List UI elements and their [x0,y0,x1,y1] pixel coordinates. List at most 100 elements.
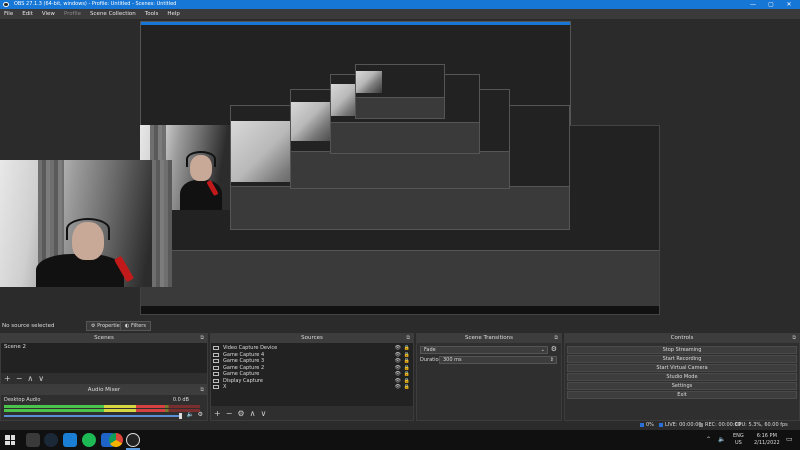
volume-meter [4,405,200,408]
windows-start-icon[interactable] [5,435,15,445]
gear-icon[interactable]: ⚙ [198,411,203,418]
undock-icon[interactable]: ⧉ [406,334,410,343]
gamepad-icon [213,365,219,370]
stop-streaming-button[interactable]: Stop Streaming [567,346,797,354]
eye-icon[interactable]: 👁 [395,378,401,384]
volume-db-readout: 0.0 dB [172,397,189,403]
chrome-icon[interactable] [109,433,123,447]
cpu-status: CPU: 5.3%, 60.00 fps [735,422,788,428]
window-controls: — ▢ ✕ [744,0,798,9]
start-virtual-camera-button[interactable]: Start Virtual Camera [567,364,797,372]
move-scene-down-button[interactable]: ∨ [38,373,44,384]
status-bar: 0% LIVE: 00:00:00 REC: 00:00:00 CPU: 5.3… [0,421,800,430]
move-scene-up-button[interactable]: ∧ [27,373,33,384]
webcam-preview [0,160,172,287]
maximize-button[interactable]: ▢ [762,0,780,9]
gear-icon[interactable]: ⚙ [551,345,557,353]
undock-icon[interactable]: ⧉ [200,334,204,343]
file-explorer-icon[interactable] [26,433,40,447]
sources-dock: Sources ⧉ Video Capture Device 👁 🔒 Game Cap… [210,333,414,421]
studio-mode-button[interactable]: Studio Mode [567,373,797,381]
rec-indicator-icon [699,422,703,427]
no-source-label: No source selected [2,323,55,329]
sources-title: Sources [301,335,323,341]
title-bar: OBS 27.1.3 (64-bit, windows) - Profile: … [0,0,800,9]
live-status: LIVE: 00:00:00 [659,421,702,430]
eye-icon[interactable]: 👁 [395,365,401,371]
window-title: OBS 27.1.3 (64-bit, windows) - Profile: … [14,1,177,7]
volume-slider-handle[interactable] [179,413,182,419]
eye-icon[interactable]: 👁 [395,384,401,390]
scenes-dock: Scenes ⧉ Scene 2 + − ∧ ∨ [0,333,208,385]
eye-icon[interactable]: 👁 [395,352,401,358]
discord-icon[interactable] [63,433,77,447]
scene-item[interactable]: Scene 2 [1,343,207,351]
scenes-list: Scene 2 [1,343,207,373]
source-toolbar: No source selected ⚙ Properties ◐ Filter… [0,319,800,333]
undock-icon[interactable]: ⧉ [554,334,558,343]
lock-icon[interactable]: 🔒 [404,384,410,390]
duration-input[interactable]: 300 ms ⇕ [439,356,557,364]
eye-icon[interactable]: 👁 [395,358,401,364]
close-button[interactable]: ✕ [780,0,798,9]
notification-icon[interactable]: ▭ [786,436,793,443]
clock[interactable]: 6:16 PM 2/11/2022 [754,433,780,447]
speaker-icon[interactable]: 🔈 [187,411,194,418]
speaker-icon[interactable]: 🔈 [718,436,725,443]
gamepad-icon [213,359,219,364]
lock-icon[interactable]: 🔒 [404,365,410,371]
steam-icon[interactable] [44,433,58,447]
scene-transitions-dock: Scene Transitions ⧉ Fade ⌄ ⚙ Duration 300 … [416,333,562,421]
menu-profile[interactable]: Profile [64,9,81,19]
remove-source-button[interactable]: − [226,408,233,419]
move-source-down-button[interactable]: ∨ [260,408,266,419]
lock-icon[interactable]: 🔒 [404,345,410,351]
lock-icon[interactable]: 🔒 [404,358,410,364]
nested-preview-5 [355,64,445,119]
stepper-icon: ⇕ [549,357,554,363]
move-source-up-button[interactable]: ∧ [250,408,256,419]
menu-bar: File Edit View Profile Scene Collection … [0,9,800,19]
exit-button[interactable]: Exit [567,391,797,399]
lock-icon[interactable]: 🔒 [404,378,410,384]
volume-slider[interactable] [4,415,180,417]
undock-icon[interactable]: ⧉ [792,334,796,343]
settings-button[interactable]: Settings [567,382,797,390]
chevron-up-icon[interactable]: ⌃ [706,436,711,443]
menu-view[interactable]: View [42,9,55,19]
image-icon [213,385,219,390]
volume-meter-right [4,409,200,412]
audio-mixer-title: Audio Mixer [87,387,121,393]
menu-edit[interactable]: Edit [22,9,33,19]
obs-taskbar-icon[interactable] [126,433,140,447]
start-recording-button[interactable]: Start Recording [567,355,797,363]
lock-icon[interactable]: 🔒 [404,371,410,377]
live-indicator-icon [659,422,663,427]
add-scene-button[interactable]: + [4,373,11,384]
scenes-title: Scenes [94,335,114,341]
transition-type-select[interactable]: Fade ⌄ [420,346,548,354]
audio-mixer-dock: Audio Mixer ⧉ Desktop Audio 0.0 dB 🔈 ⚙ [0,385,208,421]
filters-button[interactable]: ◐ Filters [120,321,151,331]
menu-tools[interactable]: Tools [145,9,159,19]
add-source-button[interactable]: + [214,408,221,419]
menu-scene-collection[interactable]: Scene Collection [90,9,136,19]
menu-help[interactable]: Help [167,9,180,19]
monitor-icon [213,378,219,383]
chevron-down-icon: ⌄ [540,347,545,353]
sources-list: Video Capture Device 👁 🔒 Game Capture 4 👁 🔒 … [211,343,413,406]
gamepad-icon [213,352,219,357]
menu-file[interactable]: File [4,9,13,19]
lock-icon[interactable]: 🔒 [404,352,410,358]
remove-scene-button[interactable]: − [16,373,23,384]
controls-title: Controls [670,335,694,341]
preview-canvas[interactable] [0,19,800,319]
eye-icon[interactable]: 👁 [395,371,401,377]
spotify-icon[interactable] [82,433,96,447]
minimize-button[interactable]: — [744,0,762,9]
language-indicator[interactable]: ENG US [733,433,744,447]
eye-icon[interactable]: 👁 [395,345,401,351]
source-item-x[interactable]: X 👁 🔒 [211,384,413,391]
source-properties-button[interactable]: ⚙ [237,408,244,419]
undock-icon[interactable]: ⧉ [200,386,204,395]
